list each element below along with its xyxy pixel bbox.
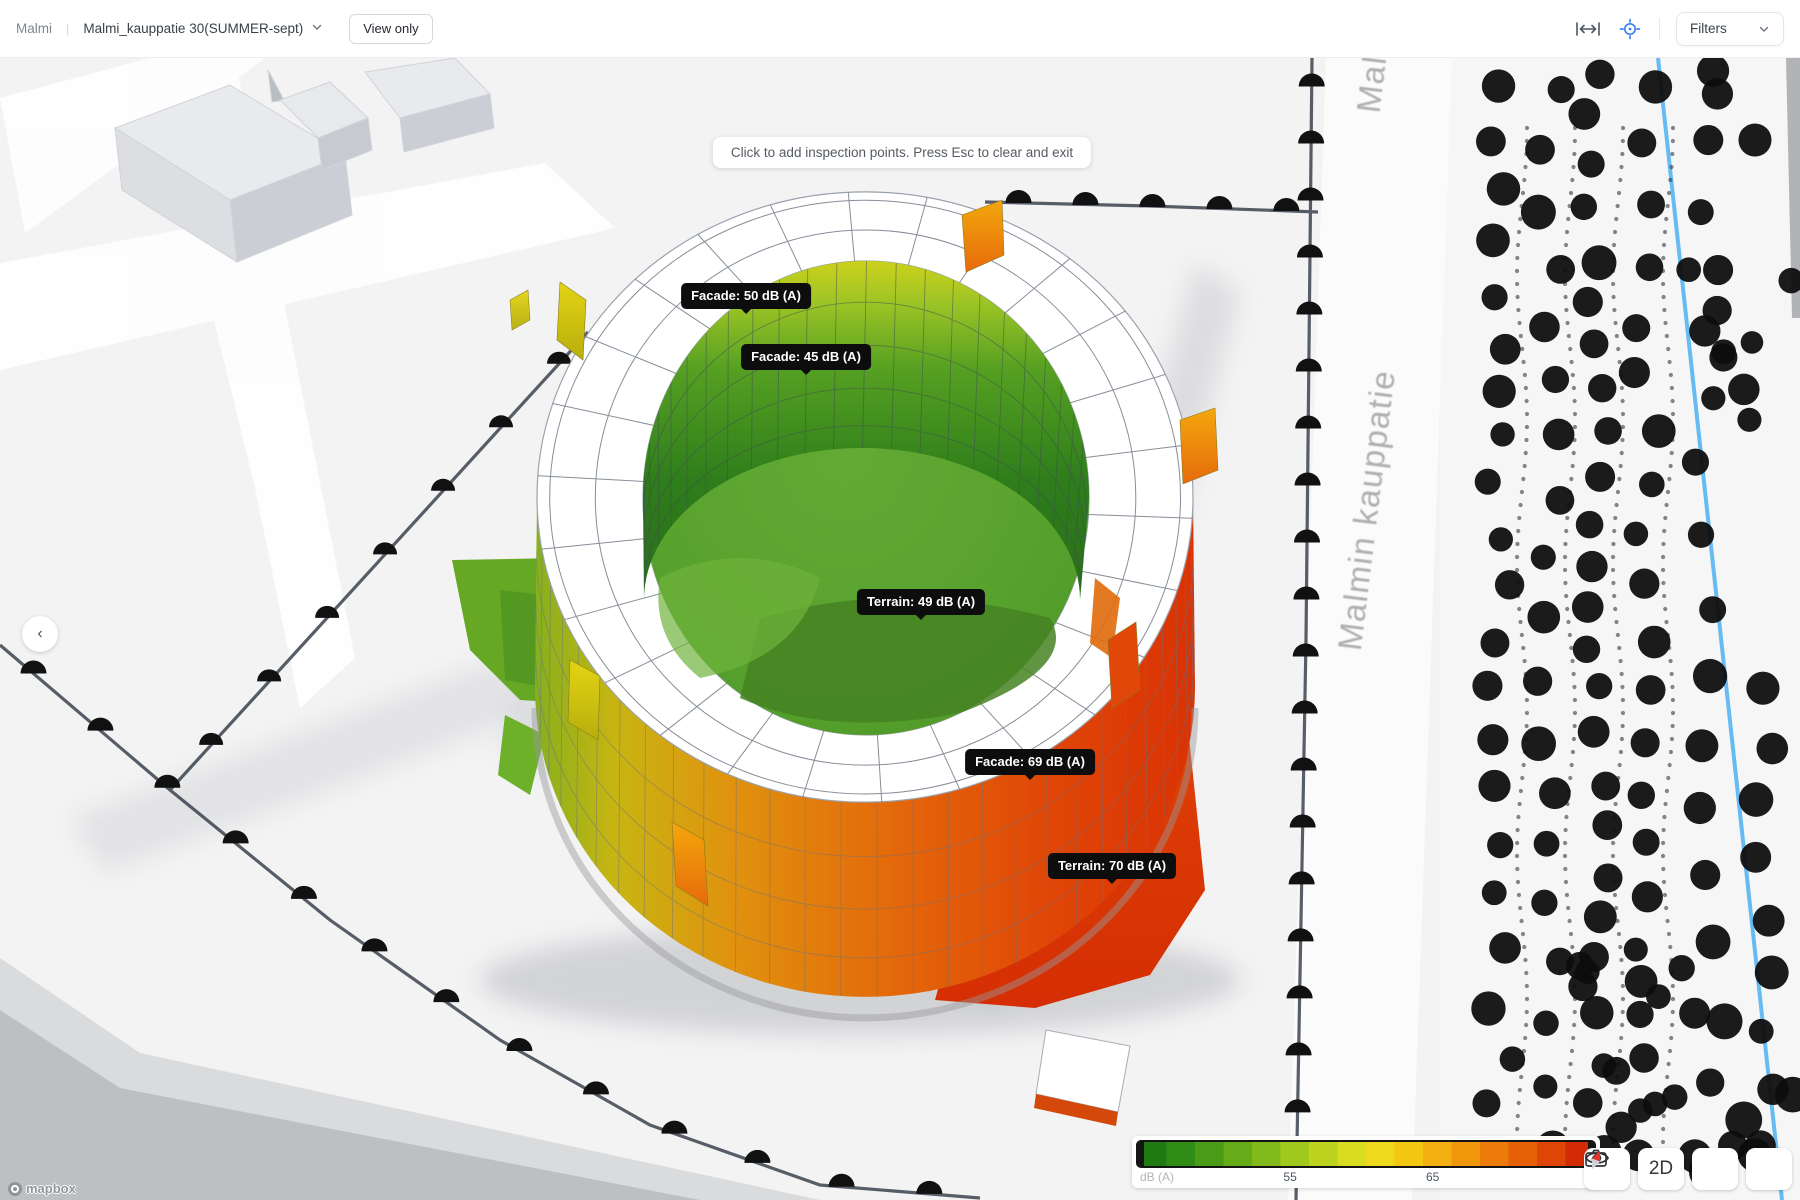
- inspection-label-facade-45: Facade: 45 dB (A): [741, 344, 871, 370]
- legend-gradient: [1136, 1140, 1596, 1168]
- toggle-2d-button[interactable]: 2D: [1638, 1148, 1684, 1190]
- compass-icon: [1584, 1148, 1608, 1172]
- legend-labels: dB (A) 55 65: [1136, 1168, 1596, 1186]
- legend-unit: dB (A): [1140, 1170, 1174, 1184]
- street-label-partial: Mal: [1350, 58, 1395, 115]
- filters-label: Filters: [1690, 21, 1727, 36]
- inspection-label-terrain-49: Terrain: 49 dB (A): [857, 589, 985, 615]
- view-only-button[interactable]: View only: [349, 14, 432, 44]
- project-chevron-down-icon[interactable]: [311, 20, 323, 38]
- legend-tick-55: 55: [1283, 1170, 1296, 1184]
- toolbar-right: Filters: [1575, 12, 1784, 46]
- screenshot-button[interactable]: [1692, 1148, 1738, 1190]
- map-attribution[interactable]: mapbox: [8, 1181, 76, 1196]
- inspection-label-facade-69: Facade: 69 dB (A): [965, 749, 1095, 775]
- mapbox-label: mapbox: [26, 1181, 76, 1196]
- top-bar: Malmi | Malmi_kauppatie 30(SUMMER-sept) …: [0, 0, 1800, 58]
- toolbar-divider: [1659, 18, 1660, 40]
- map-scene: [0, 58, 1800, 1200]
- compass-button[interactable]: [1746, 1148, 1792, 1190]
- measure-distance-icon[interactable]: [1575, 18, 1601, 40]
- noise-legend: dB (A) 55 65: [1132, 1136, 1600, 1188]
- inspection-label-facade-50: Facade: 50 dB (A): [681, 283, 811, 309]
- breadcrumb-project[interactable]: Malmi_kauppatie 30(SUMMER-sept): [83, 21, 303, 36]
- inspection-label-terrain-70: Terrain: 70 dB (A): [1048, 853, 1176, 879]
- breadcrumb-divider: |: [66, 21, 69, 36]
- sidebar-collapse-button[interactable]: ‹: [22, 616, 58, 652]
- map-controls: 2D: [1584, 1148, 1792, 1190]
- filters-button[interactable]: Filters: [1676, 12, 1784, 46]
- map-3d-viewport[interactable]: Malmin kauppatie Mal Click to add inspec…: [0, 58, 1800, 1200]
- add-inspection-point-icon[interactable]: [1617, 18, 1643, 40]
- mapbox-logo-icon: [8, 1182, 22, 1196]
- breadcrumb-workspace[interactable]: Malmi: [16, 21, 52, 36]
- legend-tick-65: 65: [1426, 1170, 1439, 1184]
- filters-chevron-down-icon: [1758, 23, 1770, 35]
- app-window: Malmi | Malmi_kauppatie 30(SUMMER-sept) …: [0, 0, 1800, 1200]
- inspection-hint-tooltip: Click to add inspection points. Press Es…: [713, 137, 1091, 168]
